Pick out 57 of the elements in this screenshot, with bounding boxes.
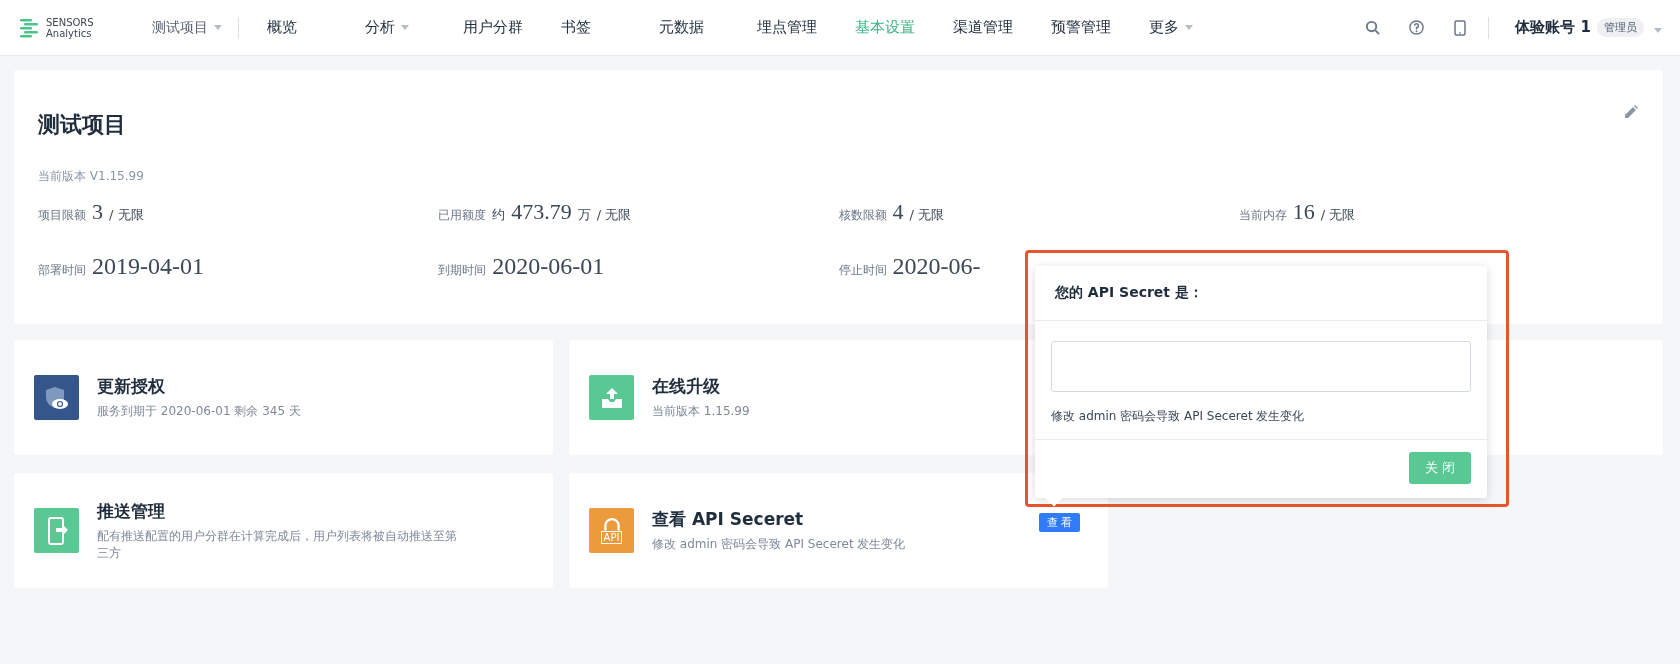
stat-label: 核数限额 bbox=[838, 207, 887, 224]
stat-limit: / 无限 bbox=[1320, 206, 1356, 224]
nav-item[interactable]: 预警管理 bbox=[1045, 18, 1129, 37]
project-selector[interactable]: 测试项目 bbox=[134, 18, 238, 37]
card-title: 查看 API Seceret bbox=[652, 508, 805, 531]
nav-item[interactable]: 渠道管理 bbox=[947, 18, 1031, 37]
nav-item[interactable]: 书签 bbox=[555, 18, 639, 37]
card-title: 更新授权 bbox=[97, 375, 166, 398]
popover-note: 修改 admin 密码会导致 API Seceret 发生变化 bbox=[1051, 408, 1306, 425]
help-icon bbox=[1408, 20, 1424, 35]
icon-label: API bbox=[600, 531, 623, 544]
stat-value: 473.79 bbox=[511, 199, 572, 225]
caret-icon bbox=[214, 25, 222, 30]
stat-limit: / 无限 bbox=[109, 206, 144, 224]
search-icon bbox=[1364, 20, 1380, 35]
nav-item[interactable]: 概览 bbox=[261, 18, 345, 37]
stat-prefix: 约 bbox=[492, 206, 506, 224]
stat-label: 到期时间 bbox=[438, 262, 487, 279]
view-button[interactable]: 查 看 bbox=[1038, 513, 1080, 532]
nav-item[interactable]: 用户分群 bbox=[457, 18, 541, 37]
card-subtitle: 修改 admin 密码会导致 API Seceret 发生变化 bbox=[652, 536, 906, 553]
stat-value: 2020-06- bbox=[892, 253, 981, 280]
pencil-icon bbox=[1623, 104, 1639, 120]
stat-unit: 万 bbox=[577, 206, 591, 224]
stat-value: 4 bbox=[892, 199, 904, 225]
card-title: 在线升级 bbox=[652, 375, 721, 398]
card-title: 推送管理 bbox=[97, 499, 166, 523]
stat-value: 3 bbox=[92, 199, 103, 225]
stat-value: 2020-06-01 bbox=[492, 253, 605, 280]
stat-label: 部署时间 bbox=[38, 262, 86, 279]
project-version: 当前版本 V1.15.99 bbox=[38, 168, 145, 185]
nav-item[interactable]: 元数据 bbox=[653, 18, 737, 37]
nav-item[interactable]: 更多 bbox=[1143, 18, 1227, 37]
stat-value: 2019-04-01 bbox=[92, 253, 204, 280]
card-subtitle: 配有推送配置的用户分群在计算完成后，用户列表将被自动推送至第三方 bbox=[97, 527, 458, 562]
secret-field[interactable] bbox=[1051, 341, 1471, 392]
caret-icon bbox=[1654, 28, 1662, 33]
stat-label: 当前内存 bbox=[1238, 207, 1287, 224]
api-drawing bbox=[603, 517, 620, 532]
role-tag: 管理员 bbox=[1597, 18, 1644, 37]
card-subtitle: 当前版本 1.15.99 bbox=[652, 403, 750, 420]
nav-item[interactable]: 埋点管理 bbox=[751, 18, 835, 37]
card-subtitle: 服务到期于 2020-06-01 剩余 345 天 bbox=[97, 403, 301, 420]
phone-icon bbox=[1454, 19, 1467, 36]
popover-title: 您的 API Secret 是： bbox=[1035, 266, 1487, 321]
project-title: 测试项目 bbox=[38, 111, 126, 139]
logo-icon bbox=[18, 16, 40, 39]
license-drawing bbox=[43, 384, 70, 411]
stat-value: 16 bbox=[1292, 199, 1315, 225]
stat-label: 停止时间 bbox=[838, 262, 887, 279]
stat-label: 项目限额 bbox=[38, 207, 86, 224]
stat-limit: / 无限 bbox=[596, 206, 632, 224]
account-name[interactable]: 体验账号 1 bbox=[1515, 18, 1591, 37]
nav-item[interactable]: 分析 bbox=[359, 18, 443, 37]
stat-limit: / 无限 bbox=[909, 206, 944, 224]
stat-label: 已用额度 bbox=[438, 207, 487, 224]
logo-text: SENSORS Analytics bbox=[46, 16, 94, 39]
